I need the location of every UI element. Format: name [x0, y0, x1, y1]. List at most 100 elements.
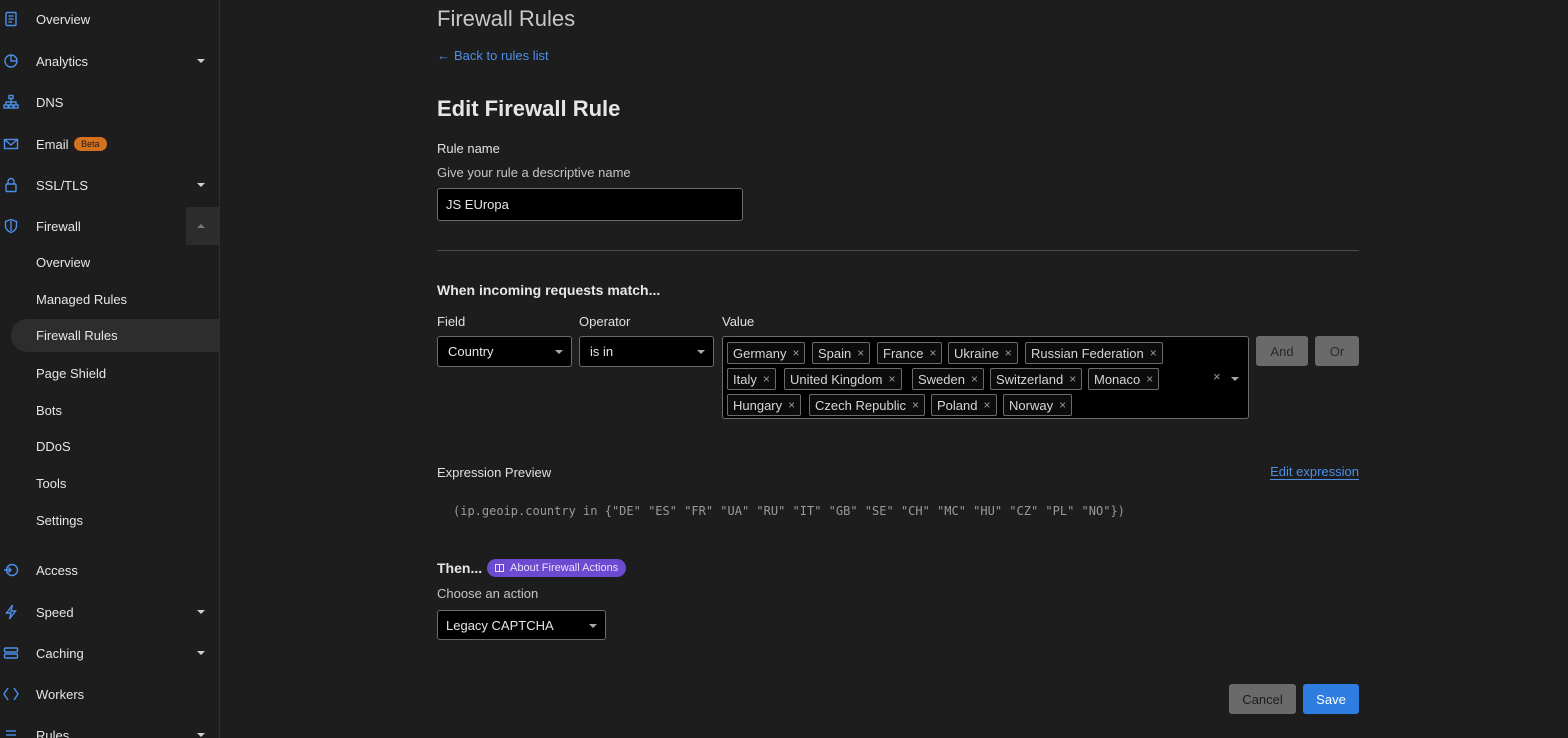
lock-icon	[2, 176, 20, 194]
sidebar-subitem-managed-rules[interactable]: Managed Rules	[11, 283, 219, 316]
sidebar-item-ssl-tls[interactable]: SSL/TLS	[0, 167, 219, 203]
sidebar-subitem-settings[interactable]: Settings	[11, 504, 219, 537]
sidebar-item-label: Rules	[36, 727, 70, 738]
close-icon[interactable]: ×	[983, 398, 990, 412]
sidebar-subitem-label: Overview	[36, 255, 91, 270]
beta-badge: Beta	[74, 137, 107, 151]
email-icon	[2, 135, 20, 153]
save-button[interactable]: Save	[1303, 684, 1359, 714]
then-heading: Then...	[437, 560, 483, 576]
workers-icon	[2, 685, 20, 703]
action-select[interactable]: Legacy CAPTCHA	[437, 610, 606, 640]
close-icon[interactable]: ×	[889, 372, 896, 386]
close-icon[interactable]: ×	[1150, 346, 1157, 360]
value-label: Value	[722, 314, 755, 329]
chevron-down-icon	[589, 624, 597, 628]
sidebar-item-rules[interactable]: Rules	[0, 717, 219, 738]
sidebar-item-label: SSL/TLS	[36, 177, 89, 193]
close-icon[interactable]: ×	[912, 398, 919, 412]
shield-icon	[2, 217, 20, 235]
sidebar-subitem-label: Page Shield	[36, 366, 107, 381]
expression-preview: (ip.geoip.country in {"DE" "ES" "FR" "UA…	[453, 504, 1125, 518]
sidebar-subitem-label: Managed Rules	[36, 292, 128, 307]
lightning-icon	[2, 603, 20, 621]
close-icon[interactable]: ×	[1069, 372, 1076, 386]
sidebar-item-email[interactable]: Email Beta	[0, 126, 219, 162]
sidebar-item-label: Overview	[36, 11, 91, 27]
book-icon	[495, 564, 504, 572]
sidebar-item-workers[interactable]: Workers	[0, 676, 219, 712]
arrow-left-icon: ←	[437, 48, 450, 63]
rule-name-input[interactable]: JS EUropa	[437, 188, 743, 221]
close-icon[interactable]: ×	[1146, 372, 1153, 386]
operator-select[interactable]: is in	[579, 336, 714, 367]
value-tag: France ×	[877, 342, 943, 364]
field-label: Field	[437, 314, 466, 329]
about-actions-button[interactable]: About Firewall Actions	[487, 559, 627, 577]
value-tag: Germany ×	[727, 342, 806, 364]
dns-icon	[2, 93, 20, 111]
sidebar-subitem-overview[interactable]: Overview	[11, 246, 219, 279]
sidebar-item-analytics[interactable]: Analytics	[0, 43, 219, 79]
action-select-value: Legacy CAPTCHA	[446, 617, 554, 633]
sidebar-item-label: Workers	[36, 686, 85, 702]
chevron-down-icon[interactable]	[197, 733, 205, 737]
sidebar-item-caching[interactable]: Caching	[0, 635, 219, 671]
and-button[interactable]: And	[1256, 336, 1308, 366]
value-tag: Sweden ×	[912, 368, 984, 390]
chevron-down-icon[interactable]	[197, 610, 205, 614]
value-multiselect[interactable]: Germany × Spain × France × Ukraine × Russian…	[722, 336, 1249, 419]
rules-icon	[2, 726, 20, 738]
sidebar-subitem-label: Settings	[36, 513, 83, 528]
edit-expression-link[interactable]: Edit expression	[1270, 464, 1359, 480]
sidebar-subitem-firewall-rules[interactable]: Firewall Rules	[11, 319, 219, 352]
close-icon[interactable]: ×	[929, 346, 936, 360]
value-tag: Norway ×	[1003, 394, 1073, 416]
close-icon[interactable]: ×	[857, 346, 864, 360]
access-icon	[2, 561, 20, 579]
field-select[interactable]: Country	[437, 336, 572, 367]
value-tag: Poland ×	[931, 394, 997, 416]
value-tag: United Kingdom ×	[784, 368, 902, 390]
close-icon[interactable]: ×	[971, 372, 978, 386]
sidebar-item-label: DNS	[36, 94, 64, 110]
sidebar-item-label: Speed	[36, 604, 74, 620]
close-icon[interactable]: ×	[788, 398, 795, 412]
sidebar-subitem-ddos[interactable]: DDoS	[11, 430, 219, 463]
sidebar-item-firewall[interactable]: Firewall	[0, 208, 219, 244]
close-icon[interactable]: ×	[1059, 398, 1066, 412]
sidebar-item-dns[interactable]: DNS	[0, 84, 219, 120]
tag-label: Czech Republic	[815, 397, 907, 413]
clear-all-icon[interactable]: ×	[1213, 369, 1221, 384]
chevron-up-icon[interactable]	[197, 224, 205, 228]
sidebar-subitem-page-shield[interactable]: Page Shield	[11, 357, 219, 390]
value-tag: Russian Federation ×	[1025, 342, 1163, 364]
expression-preview-label: Expression Preview	[437, 465, 552, 480]
sidebar-item-speed[interactable]: Speed	[0, 594, 219, 630]
sidebar-item-overview[interactable]: Overview	[0, 1, 219, 37]
close-icon[interactable]: ×	[792, 346, 799, 360]
tag-label: Germany	[733, 345, 787, 361]
field-select-value: Country	[448, 344, 494, 359]
value-tag: Switzerland ×	[990, 368, 1083, 390]
rule-name-label: Rule name	[437, 141, 500, 156]
tag-label: France	[883, 345, 924, 361]
chevron-down-icon[interactable]	[197, 59, 205, 63]
cancel-button[interactable]: Cancel	[1229, 684, 1296, 714]
chevron-down-icon[interactable]	[197, 651, 205, 655]
sidebar-item-access[interactable]: Access	[0, 552, 219, 588]
sidebar-subitem-bots[interactable]: Bots	[11, 394, 219, 427]
operator-label: Operator	[579, 314, 631, 329]
chevron-down-icon[interactable]	[1231, 377, 1239, 381]
sidebar-subitem-tools[interactable]: Tools	[11, 467, 219, 500]
operator-select-value: is in	[590, 344, 614, 359]
sidebar-item-label: Caching	[36, 645, 84, 661]
tag-label: Poland	[937, 397, 978, 413]
chevron-down-icon[interactable]	[197, 183, 205, 187]
analytics-icon	[2, 52, 20, 70]
sidebar: Overview Analytics DNS Email Beta SSL/TL…	[0, 0, 220, 738]
close-icon[interactable]: ×	[763, 372, 770, 386]
or-button[interactable]: Or	[1315, 336, 1359, 366]
back-to-rules-link[interactable]: ← Back to rules list	[437, 48, 549, 63]
close-icon[interactable]: ×	[1005, 346, 1012, 360]
